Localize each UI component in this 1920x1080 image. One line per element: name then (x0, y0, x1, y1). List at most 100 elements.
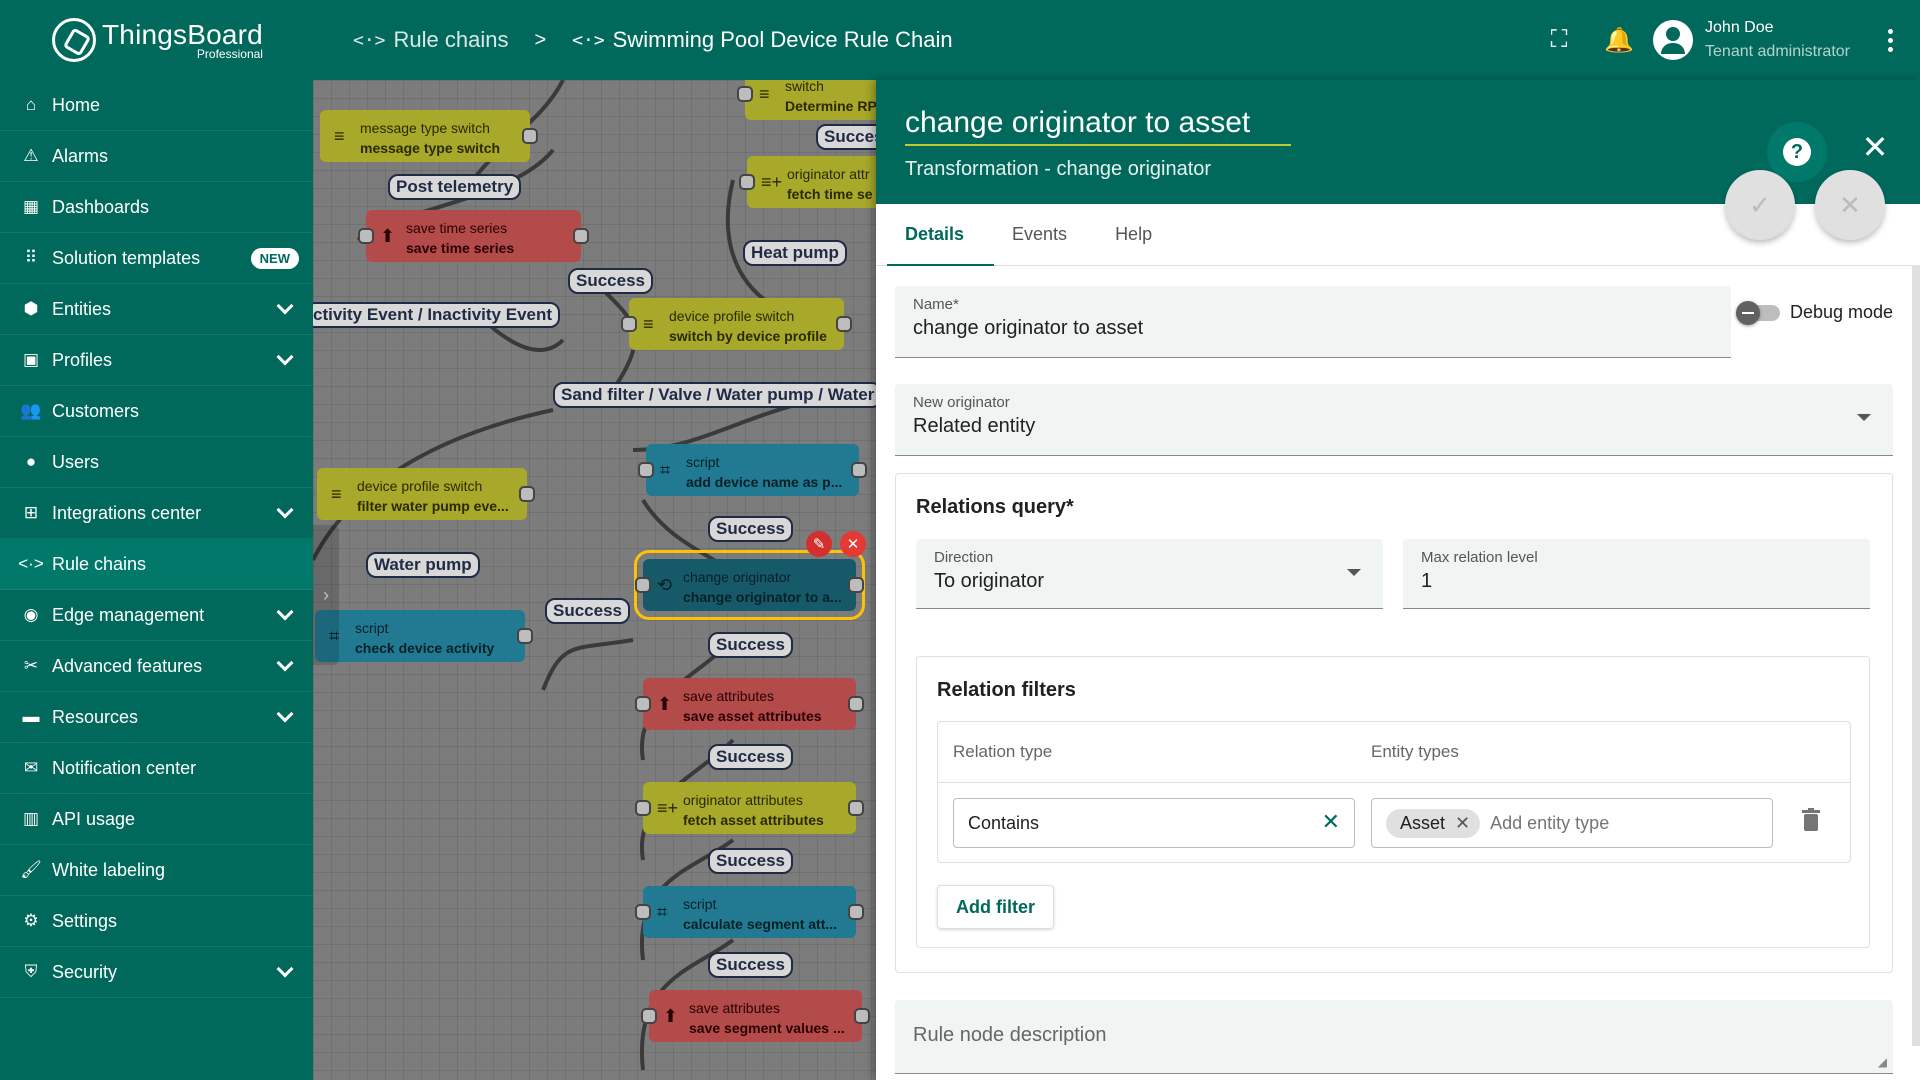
tab-events[interactable]: Events (994, 204, 1097, 265)
library-toggle-chevron-right-icon[interactable]: › (313, 525, 339, 665)
trash-icon[interactable] (1802, 808, 1820, 832)
rule-node[interactable]: ⌗ script calculate segment att... (635, 886, 864, 938)
sidebar-item-solution-templates[interactable]: ⠿ Solution templates NEW (0, 233, 313, 284)
tab-help[interactable]: Help (1097, 204, 1182, 265)
sidebar-item-resources[interactable]: ▬ Resources (0, 692, 313, 743)
output-port[interactable] (848, 696, 864, 712)
rule-node[interactable]: ≡ switch Determine RP (737, 80, 876, 120)
remove-chip-icon[interactable]: ✕ (1455, 813, 1470, 834)
sidebar-item-profiles[interactable]: ▣ Profiles (0, 335, 313, 386)
rule-chain-canvas[interactable]: Succes Post telemetry Heat pump Success … (313, 80, 876, 1080)
sidebar-item-integrations-center[interactable]: ⊞ Integrations center (0, 488, 313, 539)
more-vert-icon[interactable] (1870, 20, 1910, 60)
clear-icon[interactable]: ✕ (1322, 809, 1340, 835)
entity-types-input[interactable]: Asset ✕ Add entity type (1371, 798, 1773, 848)
link-label[interactable]: Succes (816, 124, 876, 150)
delete-node-icon[interactable]: ✕ (840, 531, 866, 557)
close-icon[interactable]: ✕ (1855, 127, 1895, 167)
input-port[interactable] (638, 462, 654, 478)
sidebar-item-home[interactable]: ⌂ Home (0, 80, 313, 131)
input-port[interactable] (635, 577, 651, 593)
breadcrumb-rule-chains[interactable]: <·> Rule chains (353, 27, 508, 53)
sidebar-item-entities[interactable]: ⬢ Entities (0, 284, 313, 335)
user-info[interactable]: John Doe Tenant administrator (1705, 16, 1850, 64)
output-port[interactable] (836, 316, 852, 332)
input-port[interactable] (739, 174, 755, 190)
edit-icon[interactable]: ✎ (806, 531, 832, 557)
input-port[interactable] (635, 904, 651, 920)
link-label[interactable]: Water pump (366, 552, 480, 578)
rule-node[interactable]: ⌗ script add device name as p... (638, 444, 867, 496)
rule-node[interactable]: ≡+ originator attr fetch time se (739, 156, 876, 208)
sidebar-item-dashboards[interactable]: ▦ Dashboards (0, 182, 313, 233)
input-port[interactable] (737, 86, 753, 102)
rule-node[interactable]: ⬆ save attributes save asset attributes (635, 678, 864, 730)
sidebar-item-settings[interactable]: ⚙ Settings (0, 896, 313, 947)
scrollbar[interactable] (1912, 266, 1920, 1046)
rule-node[interactable]: ⬆ save time series save time series (358, 210, 589, 262)
sidebar-item-api-usage[interactable]: ▥ API usage (0, 794, 313, 845)
sidebar-item-rule-chains[interactable]: <·> Rule chains (0, 539, 313, 590)
rule-node[interactable]: ⌗ script check device activity (315, 610, 533, 662)
sidebar-item-label: Integrations center (52, 502, 202, 523)
tab-details[interactable]: Details (887, 204, 995, 266)
avatar[interactable] (1653, 20, 1694, 60)
link-label[interactable]: Success (708, 952, 793, 978)
output-port[interactable] (848, 800, 864, 816)
rule-node[interactable]: ≡ device profile switch switch by device… (621, 298, 852, 350)
link-label[interactable]: Success (708, 516, 793, 542)
link-label[interactable]: Success (708, 744, 793, 770)
output-port[interactable] (519, 486, 535, 502)
name-label: Name* (913, 296, 959, 313)
rule-node[interactable]: ≡+ originator attributes fetch asset att… (635, 782, 864, 834)
bell-icon[interactable]: 🔔 (1599, 20, 1639, 60)
link-label[interactable]: ctivity Event / Inactivity Event (313, 302, 561, 328)
input-port[interactable] (621, 316, 637, 332)
sidebar-item-users[interactable]: ● Users (0, 437, 313, 488)
sidebar-item-alarms[interactable]: ⚠ Alarms (0, 131, 313, 182)
link-label[interactable]: Success (708, 848, 793, 874)
rule-node[interactable]: ≡ message type switch message type switc… (320, 110, 538, 162)
debug-mode-toggle[interactable]: Debug mode (1736, 300, 1893, 325)
output-port[interactable] (573, 228, 589, 244)
relation-type-input[interactable]: Contains ✕ (953, 798, 1355, 848)
output-port[interactable] (848, 577, 864, 593)
output-port[interactable] (522, 128, 538, 144)
rule-node-description-input[interactable]: Rule node description ◢ (895, 1000, 1893, 1074)
link-label[interactable]: Sand filter / Valve / Water pump / Water (553, 382, 876, 408)
link-label[interactable]: Post telemetry (388, 174, 522, 200)
link-label[interactable]: Success (545, 598, 630, 624)
input-port[interactable] (635, 696, 651, 712)
rule-node-selected[interactable]: ⟲ change originator change originator to… (634, 550, 865, 620)
resize-handle-icon[interactable]: ◢ (1878, 1055, 1887, 1069)
discard-changes-button[interactable]: ✕ (1815, 170, 1885, 240)
sidebar-item-customers[interactable]: 👥 Customers (0, 386, 313, 437)
new-originator-select[interactable]: New originator Related entity (895, 384, 1893, 456)
output-port[interactable] (851, 462, 867, 478)
rule-node[interactable]: ≡ device profile switch filter water pum… (317, 468, 535, 520)
output-port[interactable] (517, 628, 533, 644)
add-filter-button[interactable]: Add filter (937, 885, 1054, 929)
logo[interactable]: ThingsBoard Professional (0, 0, 313, 80)
direction-select[interactable]: Direction To originator (916, 539, 1383, 609)
output-port[interactable] (848, 904, 864, 920)
input-port[interactable] (641, 1008, 657, 1024)
grid-icon: ⠿ (24, 248, 38, 267)
max-relation-level-input[interactable]: Max relation level 1 (1403, 539, 1870, 609)
sidebar-item-advanced-features[interactable]: ✂ Advanced features (0, 641, 313, 692)
rule-node[interactable]: ⬆ save attributes save segment values ..… (641, 990, 870, 1042)
output-port[interactable] (854, 1008, 870, 1024)
link-label[interactable]: Success (708, 632, 793, 658)
dashboard-icon: ▦ (22, 197, 40, 216)
fullscreen-icon[interactable]: ⛶ (1539, 20, 1579, 60)
sidebar-item-security[interactable]: ⛨ Security (0, 947, 313, 998)
name-field[interactable]: Name* change originator to asset (895, 286, 1731, 358)
link-label[interactable]: Success (568, 268, 653, 294)
sidebar-item-white-labeling[interactable]: 🖌 White labeling (0, 845, 313, 896)
apply-changes-button[interactable]: ✓ (1725, 170, 1795, 240)
input-port[interactable] (635, 800, 651, 816)
sidebar-item-notification-center[interactable]: ✉ Notification center (0, 743, 313, 794)
sidebar-item-edge-management[interactable]: ◉ Edge management (0, 590, 313, 641)
link-label[interactable]: Heat pump (743, 240, 847, 266)
input-port[interactable] (358, 228, 374, 244)
